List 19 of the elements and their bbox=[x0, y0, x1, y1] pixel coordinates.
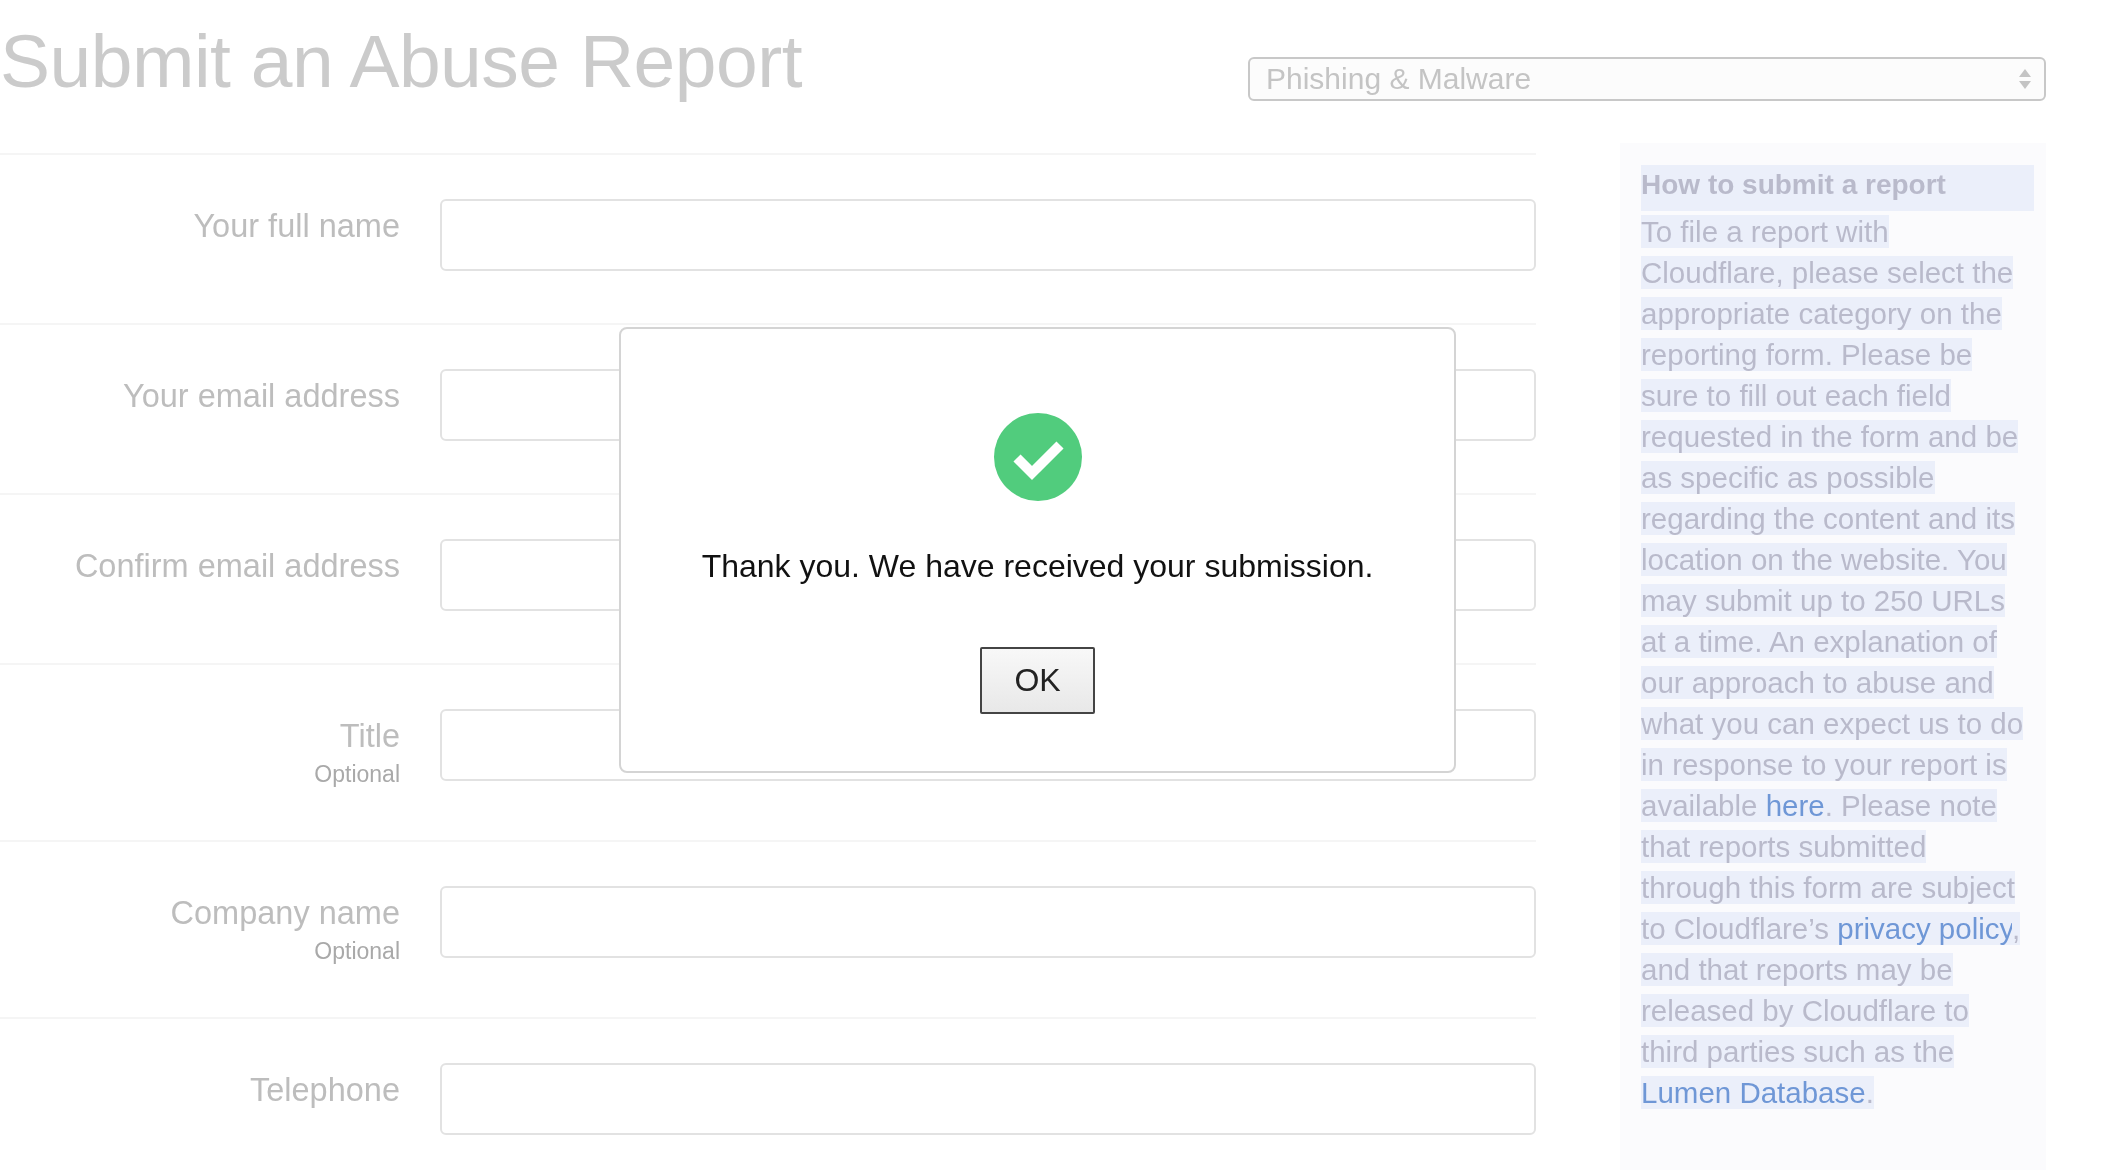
text-input-field[interactable] bbox=[440, 199, 1536, 271]
field-label: Telephone bbox=[250, 1073, 400, 1107]
field-label: Title bbox=[339, 719, 400, 753]
optional-hint: Optional bbox=[314, 761, 400, 788]
field-label: Your full name bbox=[193, 209, 400, 243]
up-down-arrows-icon bbox=[2018, 67, 2032, 91]
dialog-message: Thank you. We have received your submission. bbox=[701, 548, 1374, 585]
category-select[interactable]: Phishing & Malware bbox=[1248, 57, 2046, 101]
field-label: Confirm email address bbox=[74, 549, 400, 583]
ok-button[interactable]: OK bbox=[980, 647, 1095, 714]
field-label: Company name bbox=[170, 896, 400, 930]
field-label: Your email address bbox=[123, 379, 400, 413]
text-link[interactable]: privacy policy bbox=[1837, 912, 2013, 945]
text-input-field[interactable] bbox=[440, 1063, 1536, 1135]
text-link[interactable]: Lumen Database bbox=[1641, 1076, 1866, 1109]
text-input-field[interactable] bbox=[440, 886, 1536, 958]
text-link[interactable]: here bbox=[1765, 789, 1825, 822]
optional-hint: Optional bbox=[314, 938, 400, 965]
success-check-icon bbox=[993, 413, 1082, 501]
